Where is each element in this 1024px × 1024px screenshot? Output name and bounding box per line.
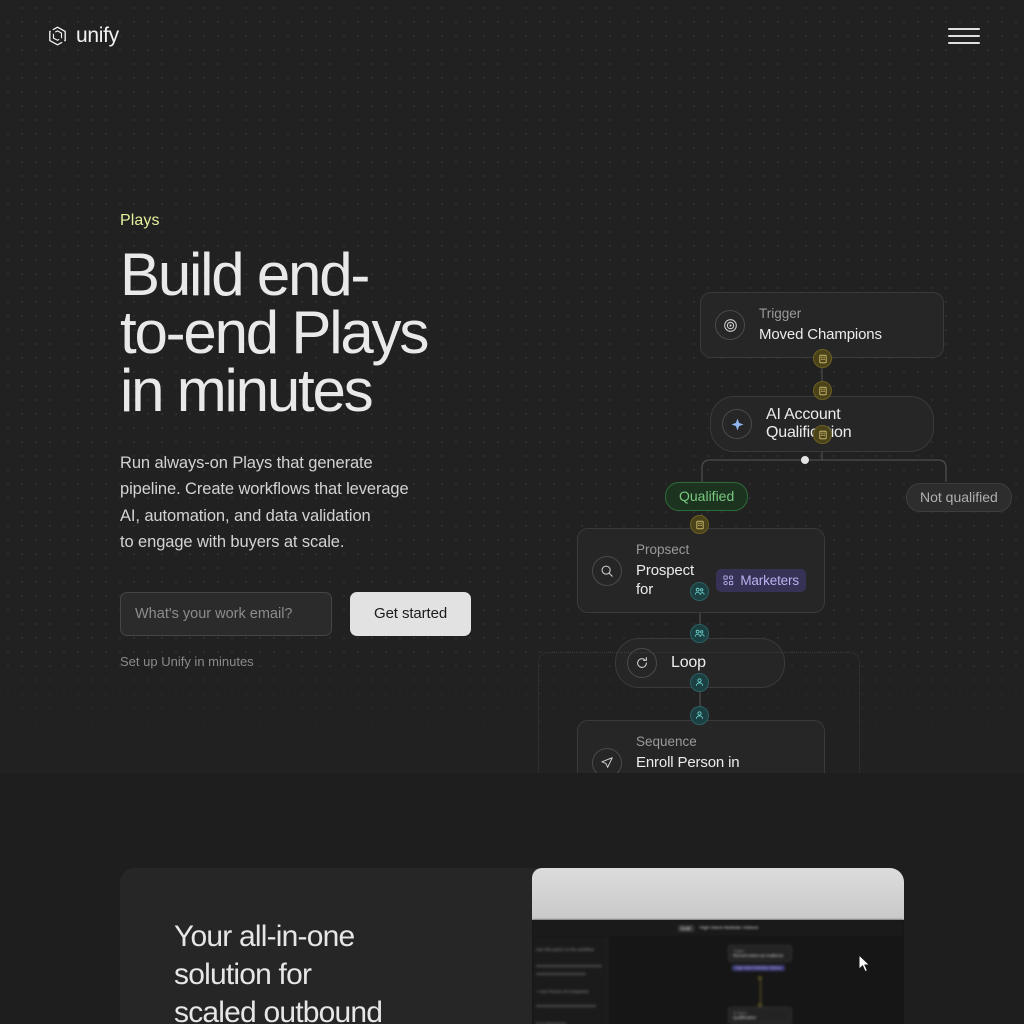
- page-title: Build end- to-end Plays in minutes: [120, 241, 429, 424]
- promo-card: Your all-in-one solution for scaled outb…: [120, 868, 904, 1024]
- branch-label-not-qualified[interactable]: Not qualified: [906, 483, 1012, 512]
- screenshot-sidebar: Use this panel t to the workflow + new P…: [532, 937, 608, 1024]
- screenshot-canvas: Use this panel t to the workflow + new P…: [532, 937, 904, 1024]
- hero-section: unify Plays Build end- to-end Plays in m…: [0, 0, 1024, 773]
- app-screenshot-preview: Draft High Intent Website Visitors Use t…: [532, 868, 904, 1024]
- screenshot-sidebar-item: Use this panel t to the workflow: [536, 947, 594, 952]
- connector-badge-people-group-icon: [690, 624, 709, 643]
- sparkle-icon: [722, 409, 752, 439]
- screenshot-tab-title: High Intent Website Visitors: [699, 926, 759, 931]
- unify-hexagon-logo-icon: [49, 26, 66, 46]
- hamburger-menu-icon[interactable]: [948, 25, 980, 47]
- connector-badge-people-group-icon: [690, 582, 709, 601]
- node-kicker: Trigger: [759, 306, 802, 321]
- connector-badge-building-account-icon: [813, 381, 832, 400]
- connector-badge-building-account-icon: [813, 425, 832, 444]
- audience-chip-marketers[interactable]: Marketers: [716, 568, 806, 592]
- screenshot-tab-badge: Draft: [677, 925, 694, 932]
- brand-name: unify: [76, 24, 119, 47]
- node-title: AI Account Qualification: [766, 406, 852, 441]
- hero-copy: Plays Build end- to-end Plays in minutes…: [120, 212, 550, 669]
- signup-form: Get started: [120, 591, 550, 636]
- email-field[interactable]: [120, 591, 332, 636]
- promo-section: Your all-in-one solution for scaled outb…: [0, 773, 1024, 1024]
- screenshot-browser-chrome: [532, 868, 904, 920]
- screenshot-node: AI Agent Qualification: [728, 1007, 792, 1024]
- screenshot-node-chip: High Intent Website Visitors: [732, 965, 785, 971]
- node-title: Moved Champions: [759, 326, 882, 343]
- screenshot-node-title: Qualification: [733, 1015, 757, 1020]
- screenshot-sidebar-item: + new Person of Companies: [536, 989, 589, 994]
- grid-squares-icon: [723, 574, 734, 585]
- get-started-button[interactable]: Get started: [350, 591, 472, 636]
- branch-label-qualified[interactable]: Qualified: [665, 482, 749, 511]
- node-kicker: Propsect: [636, 542, 690, 557]
- branch-split-dot: [801, 456, 809, 464]
- site-header: unify: [0, 0, 1024, 72]
- brand-logo[interactable]: unify: [48, 24, 119, 48]
- mouse-cursor: [858, 954, 871, 973]
- connector-badge-building-account-icon: [690, 515, 709, 534]
- screenshot-node: Trigger Record enters an Audience: [728, 945, 792, 962]
- node-title: Prospect for Marketers: [636, 561, 806, 599]
- connector-badge-building-account-icon: [813, 349, 832, 368]
- landing-page: unify Plays Build end- to-end Plays in m…: [0, 0, 1024, 1024]
- screenshot-tab-bar: Draft High Intent Website Visitors: [532, 920, 904, 937]
- search-icon: [592, 555, 622, 586]
- form-helper-text: Set up Unify in minutes: [120, 653, 254, 669]
- hero-subcopy: Run always-on Plays that generate pipeli…: [120, 454, 409, 552]
- screenshot-node-title: Record enters an Audience: [733, 953, 784, 958]
- connector-badge-single-person-icon: [690, 673, 709, 692]
- connector-badge-single-person-icon: [690, 706, 709, 725]
- target-icon: [715, 310, 745, 340]
- workflow-diagram: Trigger Moved Champions AI Account Quali…: [520, 270, 1024, 773]
- hero-eyebrow: Plays: [120, 212, 160, 229]
- promo-title: Your all-in-one solution for scaled outb…: [174, 920, 383, 1024]
- chip-label: Marketers: [740, 572, 799, 588]
